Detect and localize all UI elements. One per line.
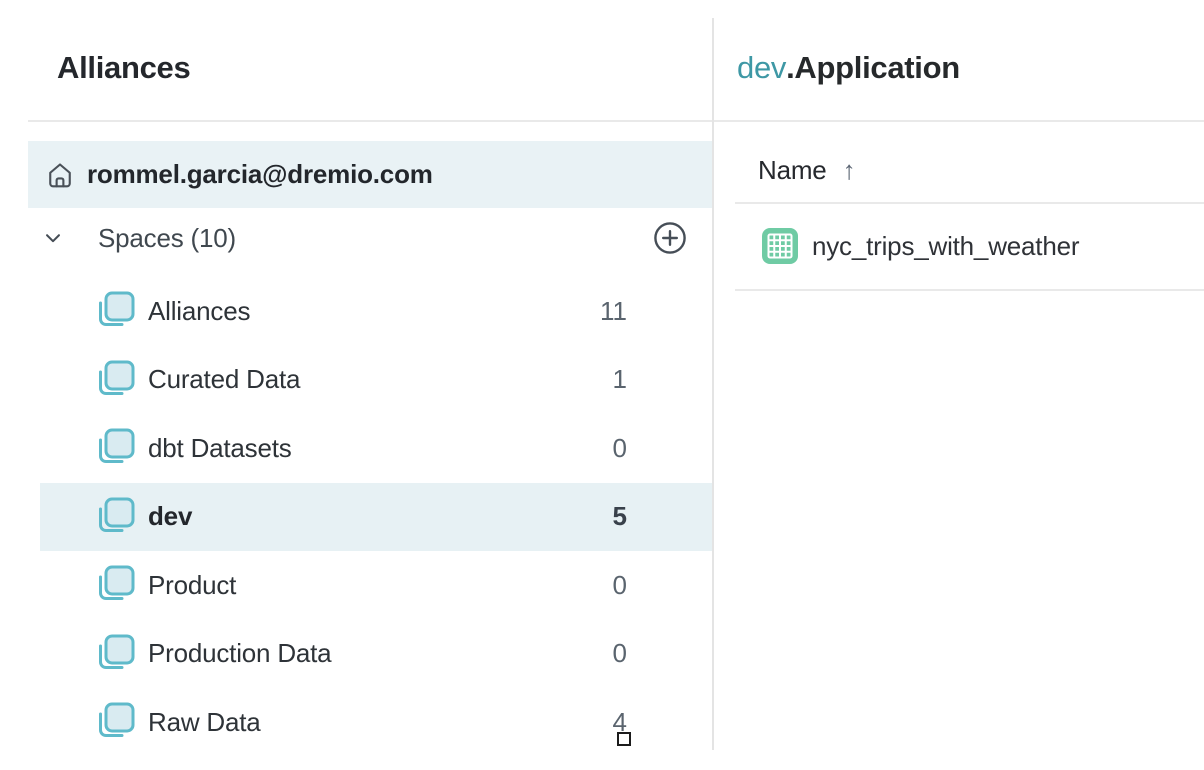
table-row-divider	[735, 289, 1204, 291]
dremio-catalog-page: Alliances rommel.garcia@dremio.com Space…	[0, 0, 1204, 770]
space-count: 11	[600, 296, 627, 327]
sidebar-title-divider	[28, 120, 713, 122]
dataset-table-icon	[762, 228, 798, 264]
spaces-list: Alliances 11 Curated Data 1	[0, 277, 713, 757]
panel-title-divider	[714, 120, 1204, 122]
sidebar-item-curated-data[interactable]: Curated Data 1	[40, 346, 713, 415]
dataset-browser-panel: dev.Application Name ↑ nyc_trips_with_we…	[714, 0, 1204, 770]
page-title: Alliances	[57, 50, 190, 86]
sidebar-item-product[interactable]: Product 0	[40, 551, 713, 620]
spaces-section-label: Spaces (10)	[98, 223, 236, 254]
column-header-name[interactable]: Name ↑	[714, 138, 1204, 202]
space-label: dbt Datasets	[148, 433, 292, 464]
space-label: Production Data	[148, 638, 331, 669]
breadcrumb-parent-link[interactable]: dev	[737, 50, 786, 85]
column-header-label: Name	[758, 155, 827, 186]
space-label: dev	[148, 501, 192, 532]
plus-circle-icon	[653, 221, 687, 255]
space-icon	[95, 633, 137, 675]
chevron-down-icon[interactable]	[42, 227, 64, 249]
space-icon	[95, 290, 137, 332]
space-count: 0	[613, 638, 627, 669]
sidebar-item-dev[interactable]: dev 5	[40, 483, 713, 552]
home-catalog-item[interactable]: rommel.garcia@dremio.com	[28, 141, 713, 208]
sort-ascending-icon[interactable]: ↑	[843, 155, 856, 186]
space-label: Product	[148, 570, 236, 601]
unknown-glyph	[617, 732, 631, 746]
breadcrumb: dev.Application	[737, 50, 960, 86]
sidebar-item-raw-data[interactable]: Raw Data 4	[40, 688, 713, 757]
sidebar-item-alliances[interactable]: Alliances 11	[40, 277, 713, 346]
space-icon	[95, 359, 137, 401]
space-label: Alliances	[148, 296, 250, 327]
space-count: 1	[613, 364, 627, 395]
space-count: 5	[613, 501, 627, 532]
sidebar-item-dbt-datasets[interactable]: dbt Datasets 0	[40, 414, 713, 483]
dataset-row-nyc-trips-with-weather[interactable]: nyc_trips_with_weather	[714, 203, 1204, 289]
home-user-label: rommel.garcia@dremio.com	[87, 159, 433, 190]
home-icon	[45, 160, 75, 190]
sidebar-item-production-data[interactable]: Production Data 0	[40, 620, 713, 689]
space-count: 0	[613, 433, 627, 464]
catalog-sidebar: Alliances rommel.garcia@dremio.com Space…	[0, 0, 713, 770]
dataset-name: nyc_trips_with_weather	[812, 231, 1079, 262]
space-label: Curated Data	[148, 364, 300, 395]
space-icon	[95, 427, 137, 469]
spaces-section-header[interactable]: Spaces (10)	[0, 206, 713, 270]
breadcrumb-current: .Application	[786, 50, 960, 85]
space-icon	[95, 496, 137, 538]
space-count: 0	[613, 570, 627, 601]
space-label: Raw Data	[148, 707, 261, 738]
add-space-button[interactable]	[653, 221, 687, 255]
space-icon	[95, 701, 137, 743]
space-icon	[95, 564, 137, 606]
